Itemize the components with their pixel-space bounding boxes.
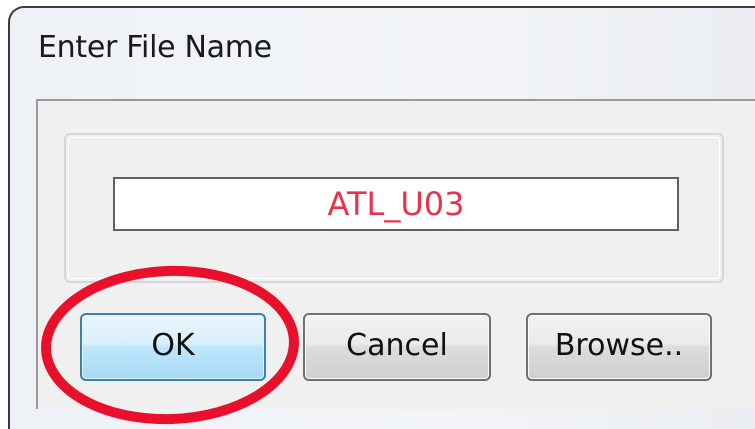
dialog-title: Enter File Name (38, 30, 272, 65)
filename-input[interactable] (113, 177, 679, 231)
screenshot-stage: Enter File Name OK Cancel Browse.. (0, 0, 755, 429)
ok-button[interactable]: OK (80, 313, 266, 381)
browse-button[interactable]: Browse.. (526, 313, 712, 381)
cancel-button[interactable]: Cancel (303, 313, 491, 381)
